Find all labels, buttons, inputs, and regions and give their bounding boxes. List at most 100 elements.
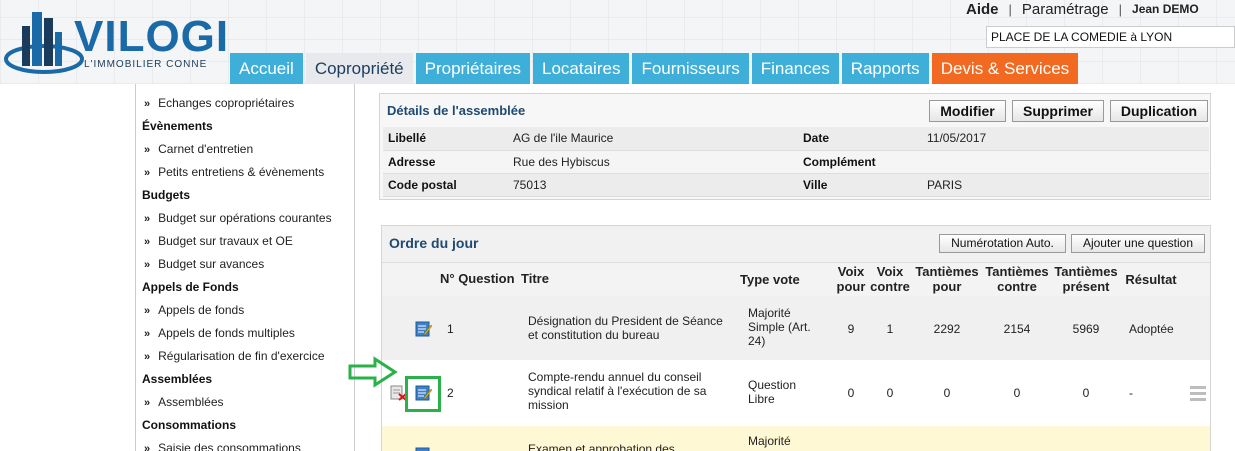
col-voix-contre-line1: Voix — [876, 264, 904, 279]
ville-value: PARIS — [922, 173, 1209, 197]
row-title: Compte-rendu annuel du conseil syndical … — [528, 370, 707, 412]
chevron-icon: » — [144, 351, 151, 363]
settings-link[interactable]: Paramétrage — [1022, 1, 1109, 18]
drag-handle-icon[interactable] — [1190, 386, 1206, 401]
col-voix-contre-line2: contre — [870, 279, 910, 294]
sidebar-item-budget-avances[interactable]: » Budget sur avances — [142, 253, 354, 276]
edit-icon[interactable] — [415, 446, 432, 451]
details-row: Adresse Rue des Hybiscus Complément — [383, 150, 1209, 174]
sidebar-item-appels-multiples[interactable]: » Appels de fonds multiples — [142, 322, 354, 345]
row-voix-contre: 0 — [886, 386, 894, 400]
complement-label: Complément — [798, 150, 922, 174]
date-value: 11/05/2017 — [922, 127, 1209, 151]
details-row: Code postal 75013 Ville PARIS — [383, 173, 1209, 197]
user-name[interactable]: Jean DEMO — [1132, 2, 1199, 16]
sidebar-item-label: Assemblées — [158, 395, 224, 409]
sidebar-item-assemblees[interactable]: » Assemblées — [142, 391, 354, 414]
row-title: Examen et approbation des — [528, 442, 675, 451]
row-num: 1 — [447, 322, 454, 336]
chevron-icon: » — [144, 397, 151, 409]
col-tantiemes-present: Tantièmes présent — [1051, 264, 1121, 296]
col-tant-present-line1: Tantièmes — [1054, 264, 1118, 279]
help-link[interactable]: Aide — [966, 1, 999, 18]
sidebar-item-budget-courant[interactable]: » Budget sur opérations courantes — [142, 207, 354, 230]
main-nav: Accueil Copropriété Propriétaires Locata… — [230, 53, 1079, 84]
sidebar-section-budgets: Budgets — [142, 188, 190, 202]
libelle-label: Libellé — [383, 127, 508, 151]
sidebar-item-budget-travaux[interactable]: » Budget sur travaux et OE — [142, 230, 354, 253]
date-label: Date — [798, 127, 922, 151]
col-tant-contre-line1: Tantièmes — [985, 264, 1049, 279]
tab-copropriete[interactable]: Copropriété — [305, 53, 413, 84]
code-postal-value: 75013 — [508, 173, 798, 197]
sidebar-section-assemblees: Assemblées — [142, 372, 213, 386]
edit-icon[interactable] — [415, 320, 432, 337]
tab-accueil[interactable]: Accueil — [230, 53, 303, 84]
chevron-icon: » — [144, 98, 151, 110]
col-tant-pour-line2: pour — [932, 279, 962, 294]
tab-devis-services[interactable]: Devis & Services — [931, 53, 1079, 84]
sidebar-section-appels: Appels de Fonds — [142, 280, 239, 294]
table-row[interactable]: 2 Compte-rendu annuel du conseil syndica… — [382, 360, 1210, 426]
coproperty-select[interactable]: PLACE DE LA COMEDIE à LYON — [986, 26, 1235, 48]
col-voix-pour-line1: Voix — [837, 264, 865, 279]
sidebar-item-label: Petits entretiens & évènements — [158, 165, 325, 179]
ville-label: Ville — [798, 173, 922, 197]
vilogi-logo[interactable]: VILOGI L'IMMOBILIER CONNE — [4, 4, 262, 80]
agenda-panel: Ordre du jour Numérotation Auto. Ajouter… — [381, 225, 1211, 451]
table-row[interactable]: Examen et approbation des Majorité — [382, 426, 1210, 451]
sidebar-section-consommations: Consommations — [142, 418, 237, 432]
sidebar-item-carnet[interactable]: » Carnet d'entretien — [142, 138, 354, 161]
sidebar-item-label: Régularisation de fin d'exercice — [158, 349, 325, 363]
sidebar-item-regularisation[interactable]: » Régularisation de fin d'exercice — [142, 345, 354, 368]
separator: | — [1118, 1, 1123, 17]
col-voix-contre: Voix contre — [870, 264, 910, 296]
col-tantiemes-contre: Tantièmes contre — [983, 264, 1051, 296]
row-vote-type: Question Libre — [748, 378, 797, 406]
tab-finances[interactable]: Finances — [751, 53, 839, 84]
sidebar-item-label: Echanges copropriétaires — [158, 96, 295, 110]
row-voix-pour: 9 — [847, 322, 855, 336]
chevron-icon: » — [144, 305, 151, 317]
row-voix-contre: 1 — [886, 322, 894, 336]
row-tant-pour: 0 — [943, 386, 951, 400]
edit-button[interactable]: Modifier — [929, 100, 1006, 122]
sidebar-item-saisie-consommations[interactable]: » Saisie des consommations — [142, 437, 354, 451]
row-tant-contre: 2154 — [1003, 322, 1031, 336]
add-question-button[interactable]: Ajouter une question — [1071, 234, 1205, 253]
row-title: Désignation du President de Séance et co… — [528, 314, 723, 342]
auto-number-button[interactable]: Numérotation Auto. — [939, 234, 1066, 253]
row-num: 2 — [447, 386, 454, 400]
row-voix-pour: 0 — [847, 386, 855, 400]
chevron-icon: » — [144, 144, 151, 156]
row-result: Adoptée — [1129, 322, 1174, 336]
chevron-icon: » — [144, 213, 151, 225]
sidebar-item-label: Saisie des consommations — [158, 441, 301, 451]
row-vote-type: Majorité Simple (Art. 24) — [748, 306, 811, 348]
tab-rapports[interactable]: Rapports — [841, 53, 929, 84]
chevron-icon: » — [144, 443, 151, 451]
tab-proprietaires[interactable]: Propriétaires — [415, 53, 531, 84]
col-voix-pour-line2: pour — [836, 279, 866, 294]
sidebar-item-appels-fonds[interactable]: » Appels de fonds — [142, 299, 354, 322]
sidebar-item-label: Appels de fonds multiples — [158, 326, 295, 340]
sidebar-item-petits-entretiens[interactable]: » Petits entretiens & évènements — [142, 161, 354, 184]
chevron-icon: » — [144, 328, 151, 340]
row-tant-contre: 0 — [1013, 386, 1021, 400]
row-tant-pour: 2292 — [933, 322, 961, 336]
sidebar-item-echanges[interactable]: » Echanges copropriétaires — [142, 92, 354, 115]
delete-button[interactable]: Supprimer — [1012, 100, 1104, 122]
tab-locataires[interactable]: Locataires — [533, 53, 630, 84]
annotation-highlight-box — [405, 376, 441, 412]
col-tantiemes-pour: Tantièmes pour — [913, 264, 981, 296]
row-tant-present: 5969 — [1072, 322, 1100, 336]
tab-fournisseurs[interactable]: Fournisseurs — [632, 53, 749, 84]
top-links: Aide | Paramétrage | Jean DEMO — [966, 0, 1199, 18]
annotation-arrow-icon — [348, 356, 398, 388]
app-header: VILOGI L'IMMOBILIER CONNE Aide | Paramét… — [0, 0, 1235, 84]
duplicate-button[interactable]: Duplication — [1110, 100, 1208, 122]
chevron-icon: » — [144, 259, 151, 271]
sidebar: » Echanges copropriétaires Évènements » Ca… — [135, 84, 355, 451]
table-row[interactable]: 1 Désignation du President de Séance et … — [382, 296, 1210, 360]
complement-value — [922, 150, 1209, 174]
